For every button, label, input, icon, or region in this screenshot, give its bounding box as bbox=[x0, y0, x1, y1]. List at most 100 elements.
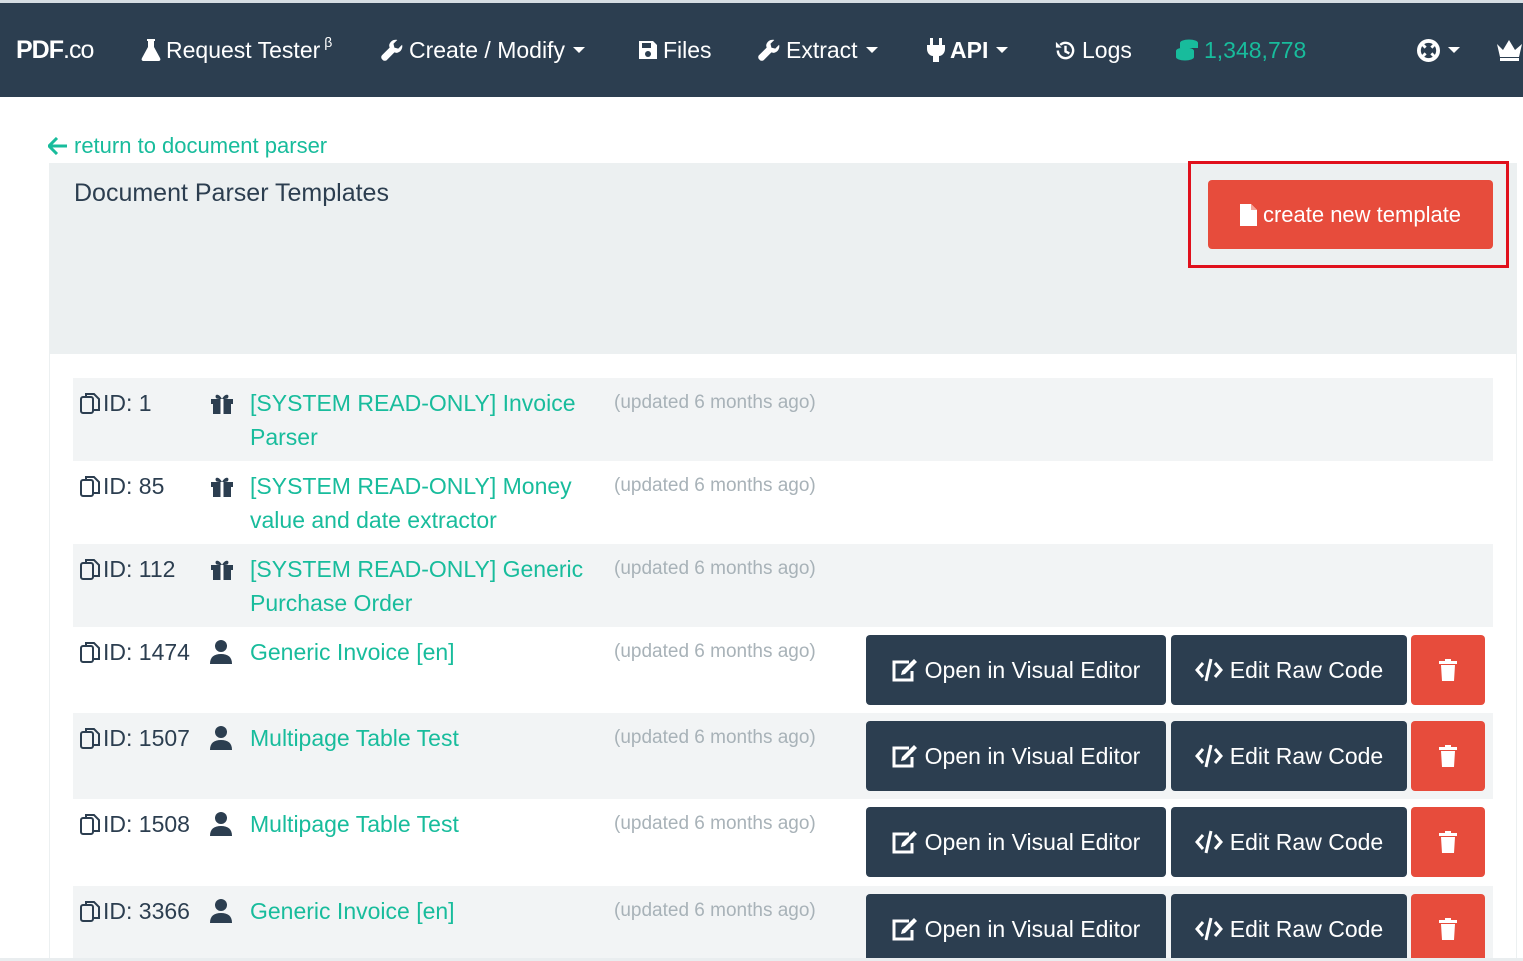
top-navbar: PDF .co Request Tester β Create / Modify … bbox=[0, 0, 1523, 97]
nav-api[interactable]: API bbox=[927, 3, 1009, 97]
return-link[interactable]: return to document parser bbox=[48, 130, 327, 162]
edit-raw-code-button[interactable]: Edit Raw Code bbox=[1171, 721, 1407, 791]
create-template-button[interactable]: create new template bbox=[1208, 180, 1493, 249]
nav-extract-label: Extract bbox=[786, 36, 858, 63]
brand-main: PDF bbox=[16, 35, 64, 64]
coins-icon bbox=[1176, 39, 1198, 61]
brand-suffix: .co bbox=[63, 35, 94, 64]
template-name-link[interactable]: Generic Invoice [en] bbox=[250, 635, 590, 669]
template-updated: (updated 6 months ago) bbox=[614, 641, 816, 662]
nav-logs[interactable]: Logs bbox=[1054, 3, 1132, 97]
template-name-link[interactable]: Multipage Table Test bbox=[250, 807, 590, 841]
trash-icon bbox=[1439, 745, 1457, 767]
edit-raw-code-label: Edit Raw Code bbox=[1229, 915, 1384, 942]
template-name-link[interactable]: [SYSTEM READ-ONLY] Invoice Parser bbox=[250, 386, 590, 454]
credits-balance[interactable]: 1,348,778 bbox=[1175, 3, 1306, 97]
user-icon bbox=[210, 811, 232, 837]
template-name-link[interactable]: [SYSTEM READ-ONLY] Generic Purchase Orde… bbox=[250, 552, 590, 620]
code-icon bbox=[1194, 658, 1223, 682]
wrench-icon bbox=[758, 39, 780, 61]
account-menu[interactable] bbox=[1496, 3, 1523, 97]
edit-raw-code-label: Edit Raw Code bbox=[1229, 742, 1384, 769]
open-visual-editor-button[interactable]: Open in Visual Editor bbox=[866, 894, 1166, 961]
plug-icon bbox=[927, 38, 945, 62]
template-name-link[interactable]: Generic Invoice [en] bbox=[250, 894, 590, 928]
template-updated: (updated 6 months ago) bbox=[614, 392, 816, 413]
return-link-label: return to document parser bbox=[74, 133, 328, 158]
user-icon bbox=[210, 639, 232, 665]
template-name-link[interactable]: [SYSTEM READ-ONLY] Money value and date … bbox=[250, 469, 590, 537]
history-icon bbox=[1055, 41, 1075, 59]
chevron-down-icon bbox=[572, 47, 585, 53]
edit-raw-code-button[interactable]: Edit Raw Code bbox=[1171, 635, 1407, 705]
edit-icon bbox=[892, 917, 918, 941]
edit-icon bbox=[892, 830, 918, 854]
templates-panel-header: Document Parser Templates create new tem… bbox=[49, 161, 1517, 354]
nav-logs-label: Logs bbox=[1082, 36, 1132, 63]
template-id-label: ID: 1 bbox=[103, 389, 152, 416]
edit-raw-code-label: Edit Raw Code bbox=[1229, 656, 1384, 683]
template-updated: (updated 6 months ago) bbox=[614, 900, 816, 921]
user-icon bbox=[210, 725, 232, 751]
delete-template-button[interactable] bbox=[1411, 894, 1485, 961]
copy-icon[interactable] bbox=[80, 558, 100, 580]
template-id-label: ID: 1474 bbox=[103, 638, 190, 665]
open-visual-editor-label: Open in Visual Editor bbox=[924, 742, 1141, 769]
template-row: ID: 1507 Multipage Table Test (updated 6 m… bbox=[73, 713, 1493, 799]
copy-icon[interactable] bbox=[80, 392, 100, 414]
copy-icon[interactable] bbox=[80, 727, 100, 749]
open-visual-editor-button[interactable]: Open in Visual Editor bbox=[866, 807, 1166, 877]
copy-icon[interactable] bbox=[80, 900, 100, 922]
open-visual-editor-label: Open in Visual Editor bbox=[924, 656, 1141, 683]
nav-files-label: Files bbox=[663, 36, 712, 63]
open-visual-editor-button[interactable]: Open in Visual Editor bbox=[866, 635, 1166, 705]
template-row: ID: 3366 Generic Invoice [en] (updated 6 m… bbox=[73, 886, 1493, 961]
brand-logo[interactable]: PDF .co bbox=[16, 3, 94, 97]
flask-icon bbox=[141, 39, 161, 61]
trash-icon bbox=[1439, 918, 1457, 940]
copy-icon[interactable] bbox=[80, 813, 100, 835]
template-row: ID: 85 [SYSTEM READ-ONLY] Money value and… bbox=[73, 461, 1493, 544]
chevron-down-icon bbox=[996, 47, 1009, 53]
nav-request-tester[interactable]: Request Tester β bbox=[141, 3, 332, 97]
open-visual-editor-label: Open in Visual Editor bbox=[924, 915, 1141, 942]
template-id: ID: 1474 bbox=[80, 637, 190, 667]
credits-value: 1,348,778 bbox=[1204, 36, 1307, 63]
template-id: ID: 85 bbox=[80, 471, 164, 501]
nav-request-tester-label: Request Tester bbox=[166, 36, 321, 63]
edit-raw-code-label: Edit Raw Code bbox=[1229, 828, 1384, 855]
code-icon bbox=[1194, 744, 1223, 768]
edit-raw-code-button[interactable]: Edit Raw Code bbox=[1171, 894, 1407, 961]
life-ring-icon bbox=[1417, 38, 1440, 62]
help-menu[interactable] bbox=[1417, 3, 1460, 97]
create-template-label: create new template bbox=[1262, 201, 1462, 227]
template-id: ID: 3366 bbox=[80, 896, 190, 926]
copy-icon[interactable] bbox=[80, 641, 100, 663]
open-visual-editor-label: Open in Visual Editor bbox=[924, 828, 1141, 855]
nav-files[interactable]: Files bbox=[638, 3, 712, 97]
template-updated: (updated 6 months ago) bbox=[614, 475, 816, 496]
file-icon bbox=[1239, 203, 1257, 226]
wrench-icon bbox=[381, 39, 403, 61]
template-id: ID: 1508 bbox=[80, 809, 190, 839]
template-row: ID: 1 [SYSTEM READ-ONLY] Invoice Parser (u… bbox=[73, 378, 1493, 461]
delete-template-button[interactable] bbox=[1411, 635, 1485, 705]
beta-badge: β bbox=[324, 34, 333, 50]
template-name-link[interactable]: Multipage Table Test bbox=[250, 721, 590, 755]
trash-icon bbox=[1439, 659, 1457, 681]
copy-icon[interactable] bbox=[80, 475, 100, 497]
edit-icon bbox=[892, 658, 918, 682]
delete-template-button[interactable] bbox=[1411, 721, 1485, 791]
template-id: ID: 112 bbox=[80, 554, 175, 584]
gift-icon bbox=[210, 473, 234, 499]
trash-icon bbox=[1439, 831, 1457, 853]
template-updated: (updated 6 months ago) bbox=[614, 558, 816, 579]
edit-raw-code-button[interactable]: Edit Raw Code bbox=[1171, 807, 1407, 877]
template-id: ID: 1507 bbox=[80, 723, 190, 753]
nav-create-modify[interactable]: Create / Modify bbox=[381, 3, 585, 97]
template-id-label: ID: 85 bbox=[103, 472, 165, 499]
nav-create-modify-label: Create / Modify bbox=[409, 36, 565, 63]
open-visual-editor-button[interactable]: Open in Visual Editor bbox=[866, 721, 1166, 791]
delete-template-button[interactable] bbox=[1411, 807, 1485, 877]
nav-extract[interactable]: Extract bbox=[758, 3, 878, 97]
